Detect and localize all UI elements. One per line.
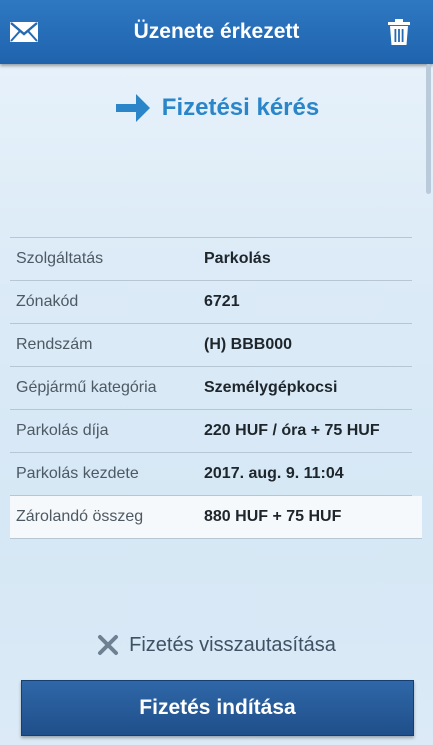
detail-label: Parkolás kezdete [16,465,139,482]
detail-value: Parkolás [204,250,271,267]
detail-row-locked-amount: Zárolandó összeg 880 HUF + 75 HUF [10,496,422,539]
detail-label: Parkolás díja [16,422,109,439]
start-payment-button[interactable]: Fizetés indítása [21,680,414,736]
detail-value: 220 HUF / óra + 75 HUF [204,422,380,439]
section-heading: Fizetési kérés [0,84,433,132]
app-header: Üzenete érkezett [0,0,433,64]
detail-value: 2017. aug. 9. 11:04 [204,465,344,482]
detail-label: Rendszám [16,336,93,353]
detail-label: Szolgáltatás [16,250,104,267]
detail-row-parking-start: Parkolás kezdete 2017. aug. 9. 11:04 [10,453,412,496]
detail-label: Zárolandó összeg [16,508,144,525]
header-title: Üzenete érkezett [133,20,300,43]
detail-label: Zónakód [16,293,79,310]
detail-row-zone-code: Zónakód 6721 [10,281,412,324]
detail-value: 6721 [204,293,240,310]
page-title: Fizetési kérés [161,94,320,121]
detail-value: Személygépkocsi [204,379,338,396]
detail-row-parking-fee: Parkolás díja 220 HUF / óra + 75 HUF [10,410,412,453]
detail-value: 880 HUF + 75 HUF [204,508,342,525]
close-icon [97,634,119,656]
start-payment-label: Fizetés indítása [139,696,296,719]
arrow-right-icon [114,90,152,126]
trash-icon[interactable] [383,16,415,48]
detail-row-vehicle-category: Gépjármű kategória Személygépkocsi [10,367,412,410]
detail-label: Gépjármű kategória [16,379,157,396]
reject-payment-label: Fizetés visszautasítása [129,633,336,656]
reject-payment-link[interactable]: Fizetés visszautasítása [0,626,433,664]
payment-details-table: Szolgáltatás Parkolás Zónakód 6721 Rends… [10,237,422,539]
detail-row-plate: Rendszám (H) BBB000 [10,324,412,367]
detail-row-service: Szolgáltatás Parkolás [10,238,412,281]
detail-value: (H) BBB000 [204,336,293,353]
